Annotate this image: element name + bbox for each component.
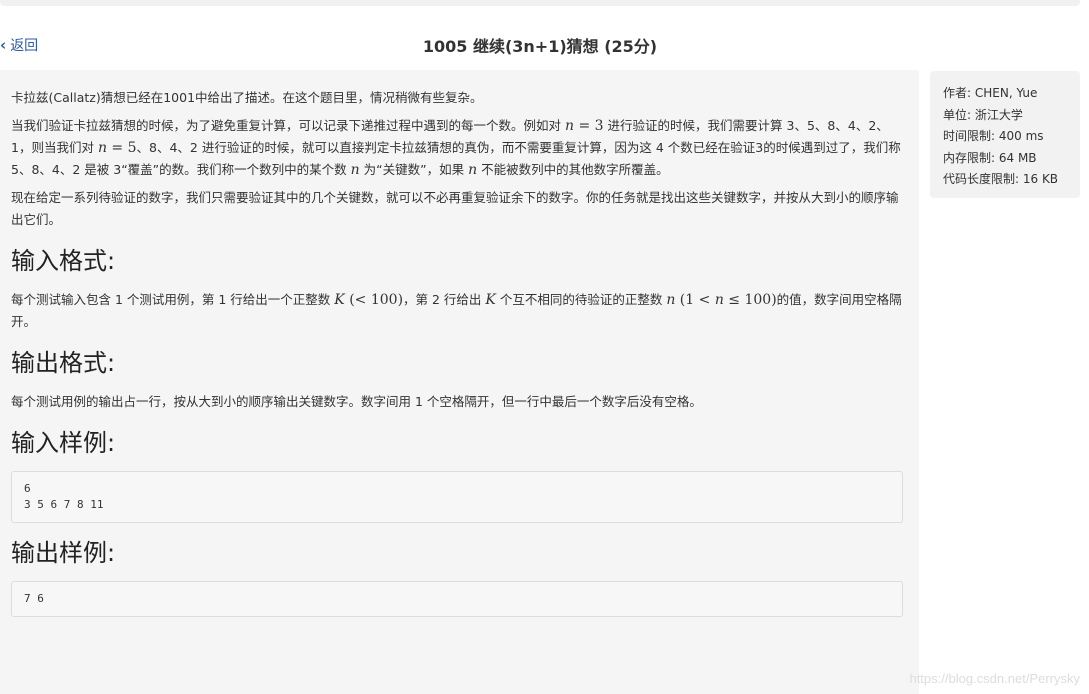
problem-paragraph-3: 现在给定一系列待验证的数字，我们只需要验证其中的几个关键数，就可以不必再重复验证… [11,190,899,227]
top-strip [0,0,1080,6]
problem-panel: 卡拉兹(Callatz)猜想已经在1001中给出了描述。在这个题目里，情况稍微有… [0,70,919,694]
sample-output-heading: 输出样例: [11,539,116,567]
problem-paragraph-1: 卡拉兹(Callatz)猜想已经在1001中给出了描述。在这个题目里，情况稍微有… [11,90,483,105]
back-label: 返回 [10,38,39,54]
input-format-heading: 输入格式: [11,247,116,275]
code-length-limit-info: 代码长度限制: 16 KB [943,172,1059,186]
problem-paragraph-2: 当我们验证卡拉兹猜想的时候，为了避免重复计算，可以记录下递推过程中遇到的每一个数… [11,118,901,178]
output-format-heading: 输出格式: [11,349,116,377]
unit-info: 单位: 浙江大学 [943,108,1023,122]
author-info: 作者: CHEN, Yue [943,86,1038,100]
input-format-text: 每个测试输入包含 1 个测试用例，第 1 行给出一个正整数 K (< 100)，… [11,292,902,329]
output-format-text: 每个测试用例的输出占一行，按从大到小的顺序输出关键数字。数字间用 1 个空格隔开… [11,394,702,409]
sample-input-code[interactable]: 6 3 5 6 7 8 11 [11,471,903,523]
back-link[interactable]: ‹ 返回 [0,35,38,55]
problem-info-panel: 作者: CHEN, Yue 单位: 浙江大学 时间限制: 400 ms 内存限制… [930,71,1080,198]
sample-input-heading: 输入样例: [11,429,116,457]
memory-limit-info: 内存限制: 64 MB [943,151,1037,165]
sample-output-code[interactable]: 7 6 [11,581,903,617]
page-title: 1005 继续(3n+1)猜想 (25分) [422,37,658,56]
time-limit-info: 时间限制: 400 ms [943,129,1044,143]
watermark: https://blog.csdn.net/Perrysky [909,671,1080,686]
chevron-left-icon: ‹ [0,36,7,54]
